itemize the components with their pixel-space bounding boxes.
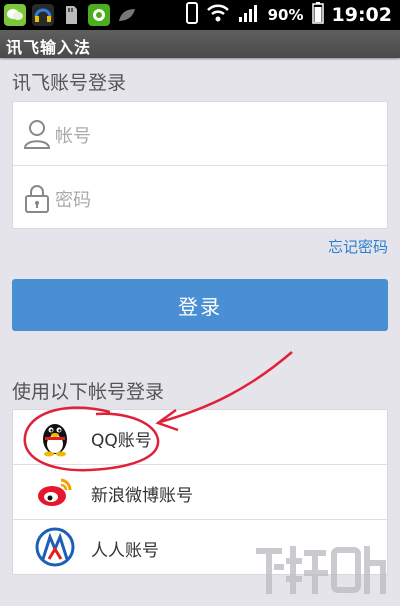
renren-icon (35, 527, 75, 567)
battery-icon (311, 2, 324, 28)
username-field[interactable]: 帐号 (13, 102, 387, 165)
login-section-title: 讯飞账号登录 (12, 72, 127, 94)
lock-icon (23, 183, 51, 213)
password-placeholder: 密码 (55, 190, 91, 211)
phone-icon (185, 2, 198, 28)
forgot-password-link[interactable]: 忘记密码 (328, 236, 388, 257)
user-icon (23, 119, 51, 149)
login-button[interactable]: 登录 (12, 279, 388, 331)
wechat-green-icon (88, 4, 110, 26)
app-title: 讯飞输入法 (6, 38, 92, 57)
wifi-icon (206, 3, 230, 27)
system-icons: 90% 19:02 (185, 0, 392, 30)
app-title-bar: 讯飞输入法 (0, 30, 400, 58)
leaf-icon (116, 4, 138, 26)
status-bar: 90% 19:02 (0, 0, 400, 30)
third-party-section-title: 使用以下帐号登录 (12, 381, 165, 403)
notification-icons (4, 3, 138, 27)
sd-card-icon (60, 4, 82, 26)
qq-login-option[interactable]: QQ账号 (13, 410, 387, 464)
headset-icon (32, 4, 54, 26)
weibo-icon (35, 472, 75, 512)
weibo-login-label: 新浪微博账号 (91, 486, 193, 506)
username-placeholder: 帐号 (55, 126, 91, 147)
battery-percent: 90% (267, 6, 304, 24)
watermark-logo (256, 546, 386, 594)
wechat-icon (4, 4, 26, 26)
login-card: 帐号 密码 (12, 101, 388, 229)
qq-login-label: QQ账号 (91, 431, 152, 451)
weibo-login-option[interactable]: 新浪微博账号 (13, 465, 387, 519)
renren-login-label: 人人账号 (91, 541, 159, 561)
password-field[interactable]: 密码 (13, 166, 387, 229)
clock: 19:02 (331, 4, 392, 26)
qq-penguin-icon (35, 417, 75, 457)
signal-icon (238, 3, 260, 27)
